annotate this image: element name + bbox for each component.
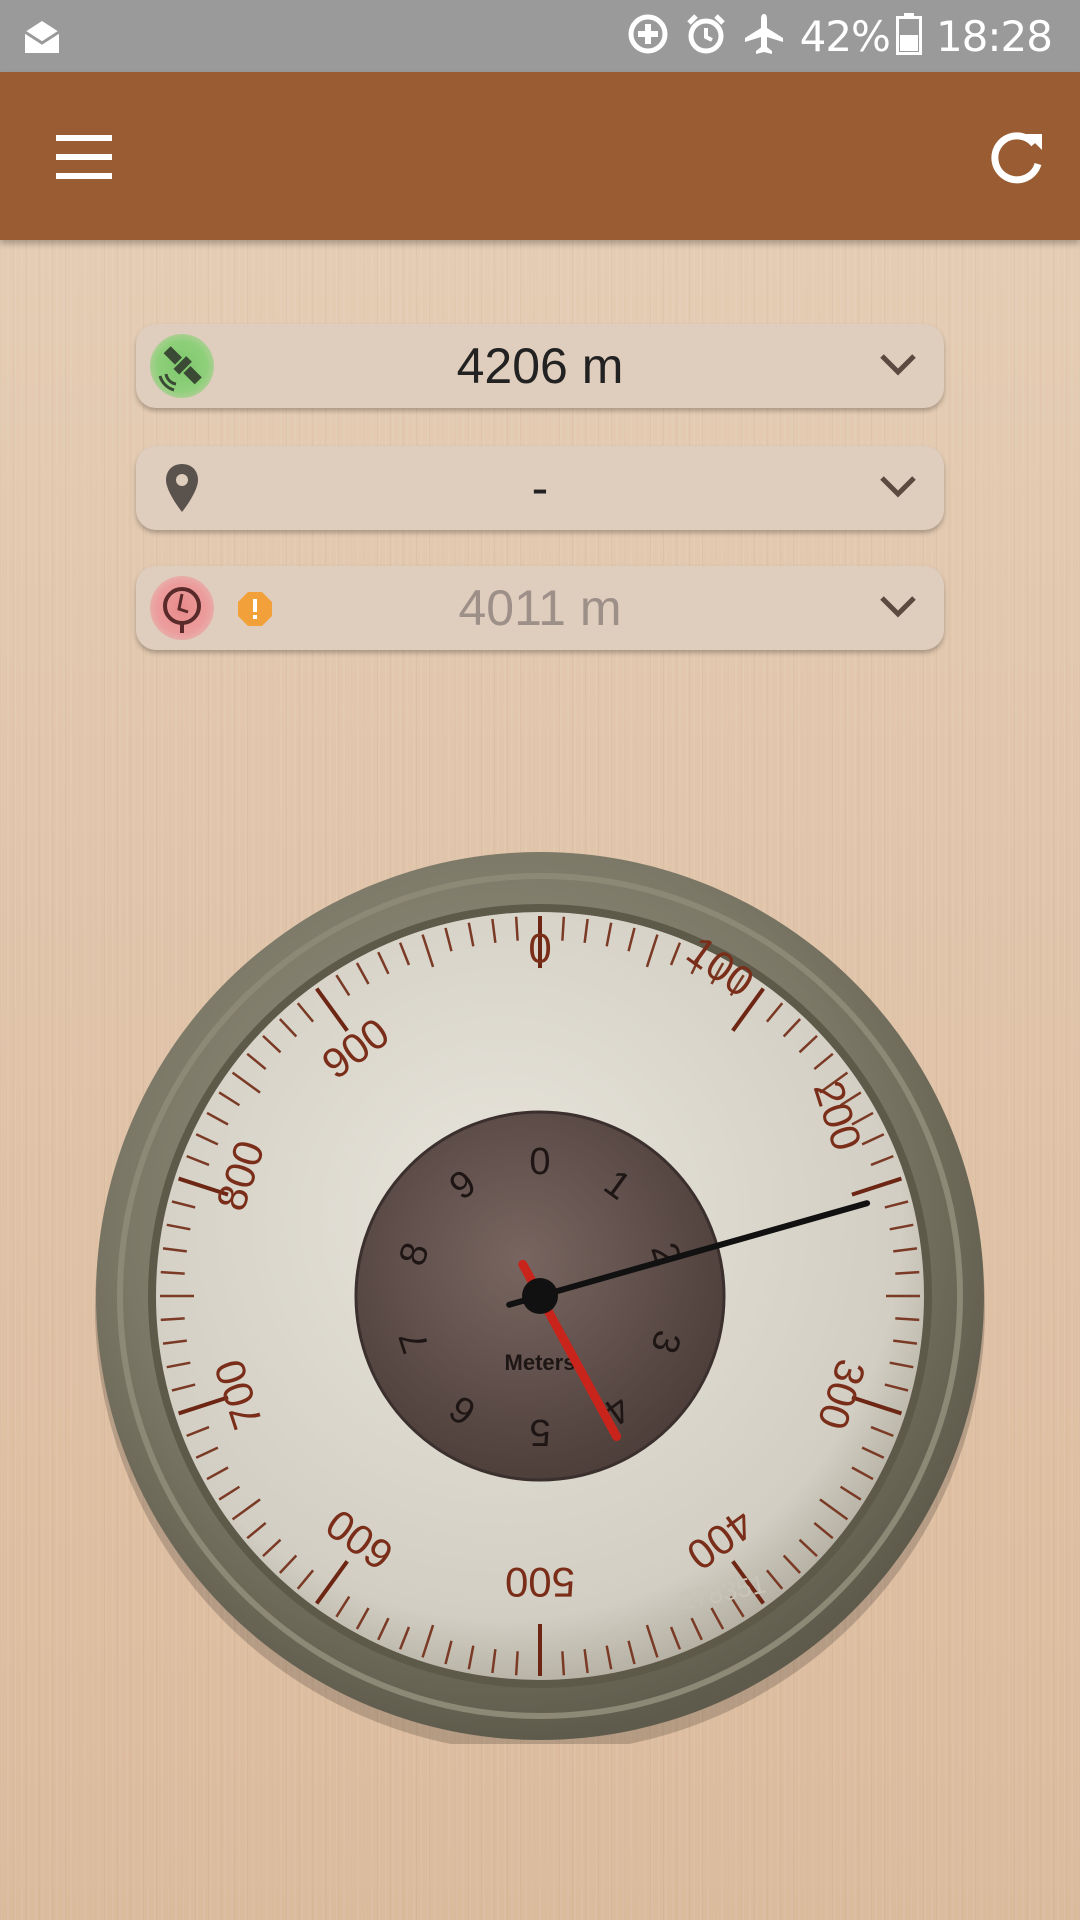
gauge-tick <box>561 1651 566 1676</box>
location-value: - <box>531 460 549 516</box>
barometer-altitude-value: 4011 m <box>458 580 622 636</box>
mail-icon <box>22 18 62 61</box>
refresh-button[interactable] <box>982 122 1052 192</box>
clock: 18:28 <box>935 11 1053 61</box>
gauge-tick <box>514 1651 519 1676</box>
location-selector[interactable]: - <box>136 446 944 530</box>
refresh-icon <box>991 132 1042 184</box>
gauge-unit-label: Meters <box>505 1350 576 1375</box>
gauge-tick <box>514 916 519 941</box>
gauge-tick <box>895 1317 920 1322</box>
gps-altitude-value: 4206 m <box>456 338 624 394</box>
gauge-tick <box>561 916 566 941</box>
chevron-down-icon <box>880 476 916 498</box>
gauge-tick <box>160 1317 185 1322</box>
gauge-pivot <box>522 1278 558 1314</box>
data-saver-icon <box>626 12 670 61</box>
app-bar <box>0 72 1080 240</box>
chevron-down-icon <box>880 354 916 376</box>
outer-label-0: 0 <box>528 924 551 971</box>
battery-icon <box>895 12 922 60</box>
gauge-tick <box>160 1270 185 1275</box>
alarm-icon <box>684 12 728 61</box>
outer-label-500: 500 <box>505 1559 575 1606</box>
altimeter-gauge: 0 100 200 300 400 500 600 700 800 900 27… <box>95 852 985 1744</box>
status-bar: 42% 18:28 <box>0 0 1080 72</box>
chevron-down-icon <box>880 596 916 618</box>
menu-button[interactable] <box>40 122 130 192</box>
gauge-tick <box>895 1270 920 1275</box>
gps-altitude-selector[interactable]: 4206 m <box>136 324 944 408</box>
battery-percent: 42% <box>799 11 891 61</box>
inner-label-5: 5 <box>529 1411 550 1453</box>
inner-label-0: 0 <box>529 1141 550 1183</box>
barometer-altitude-selector[interactable]: 4011 m <box>136 566 944 650</box>
airplane-icon <box>742 12 786 61</box>
